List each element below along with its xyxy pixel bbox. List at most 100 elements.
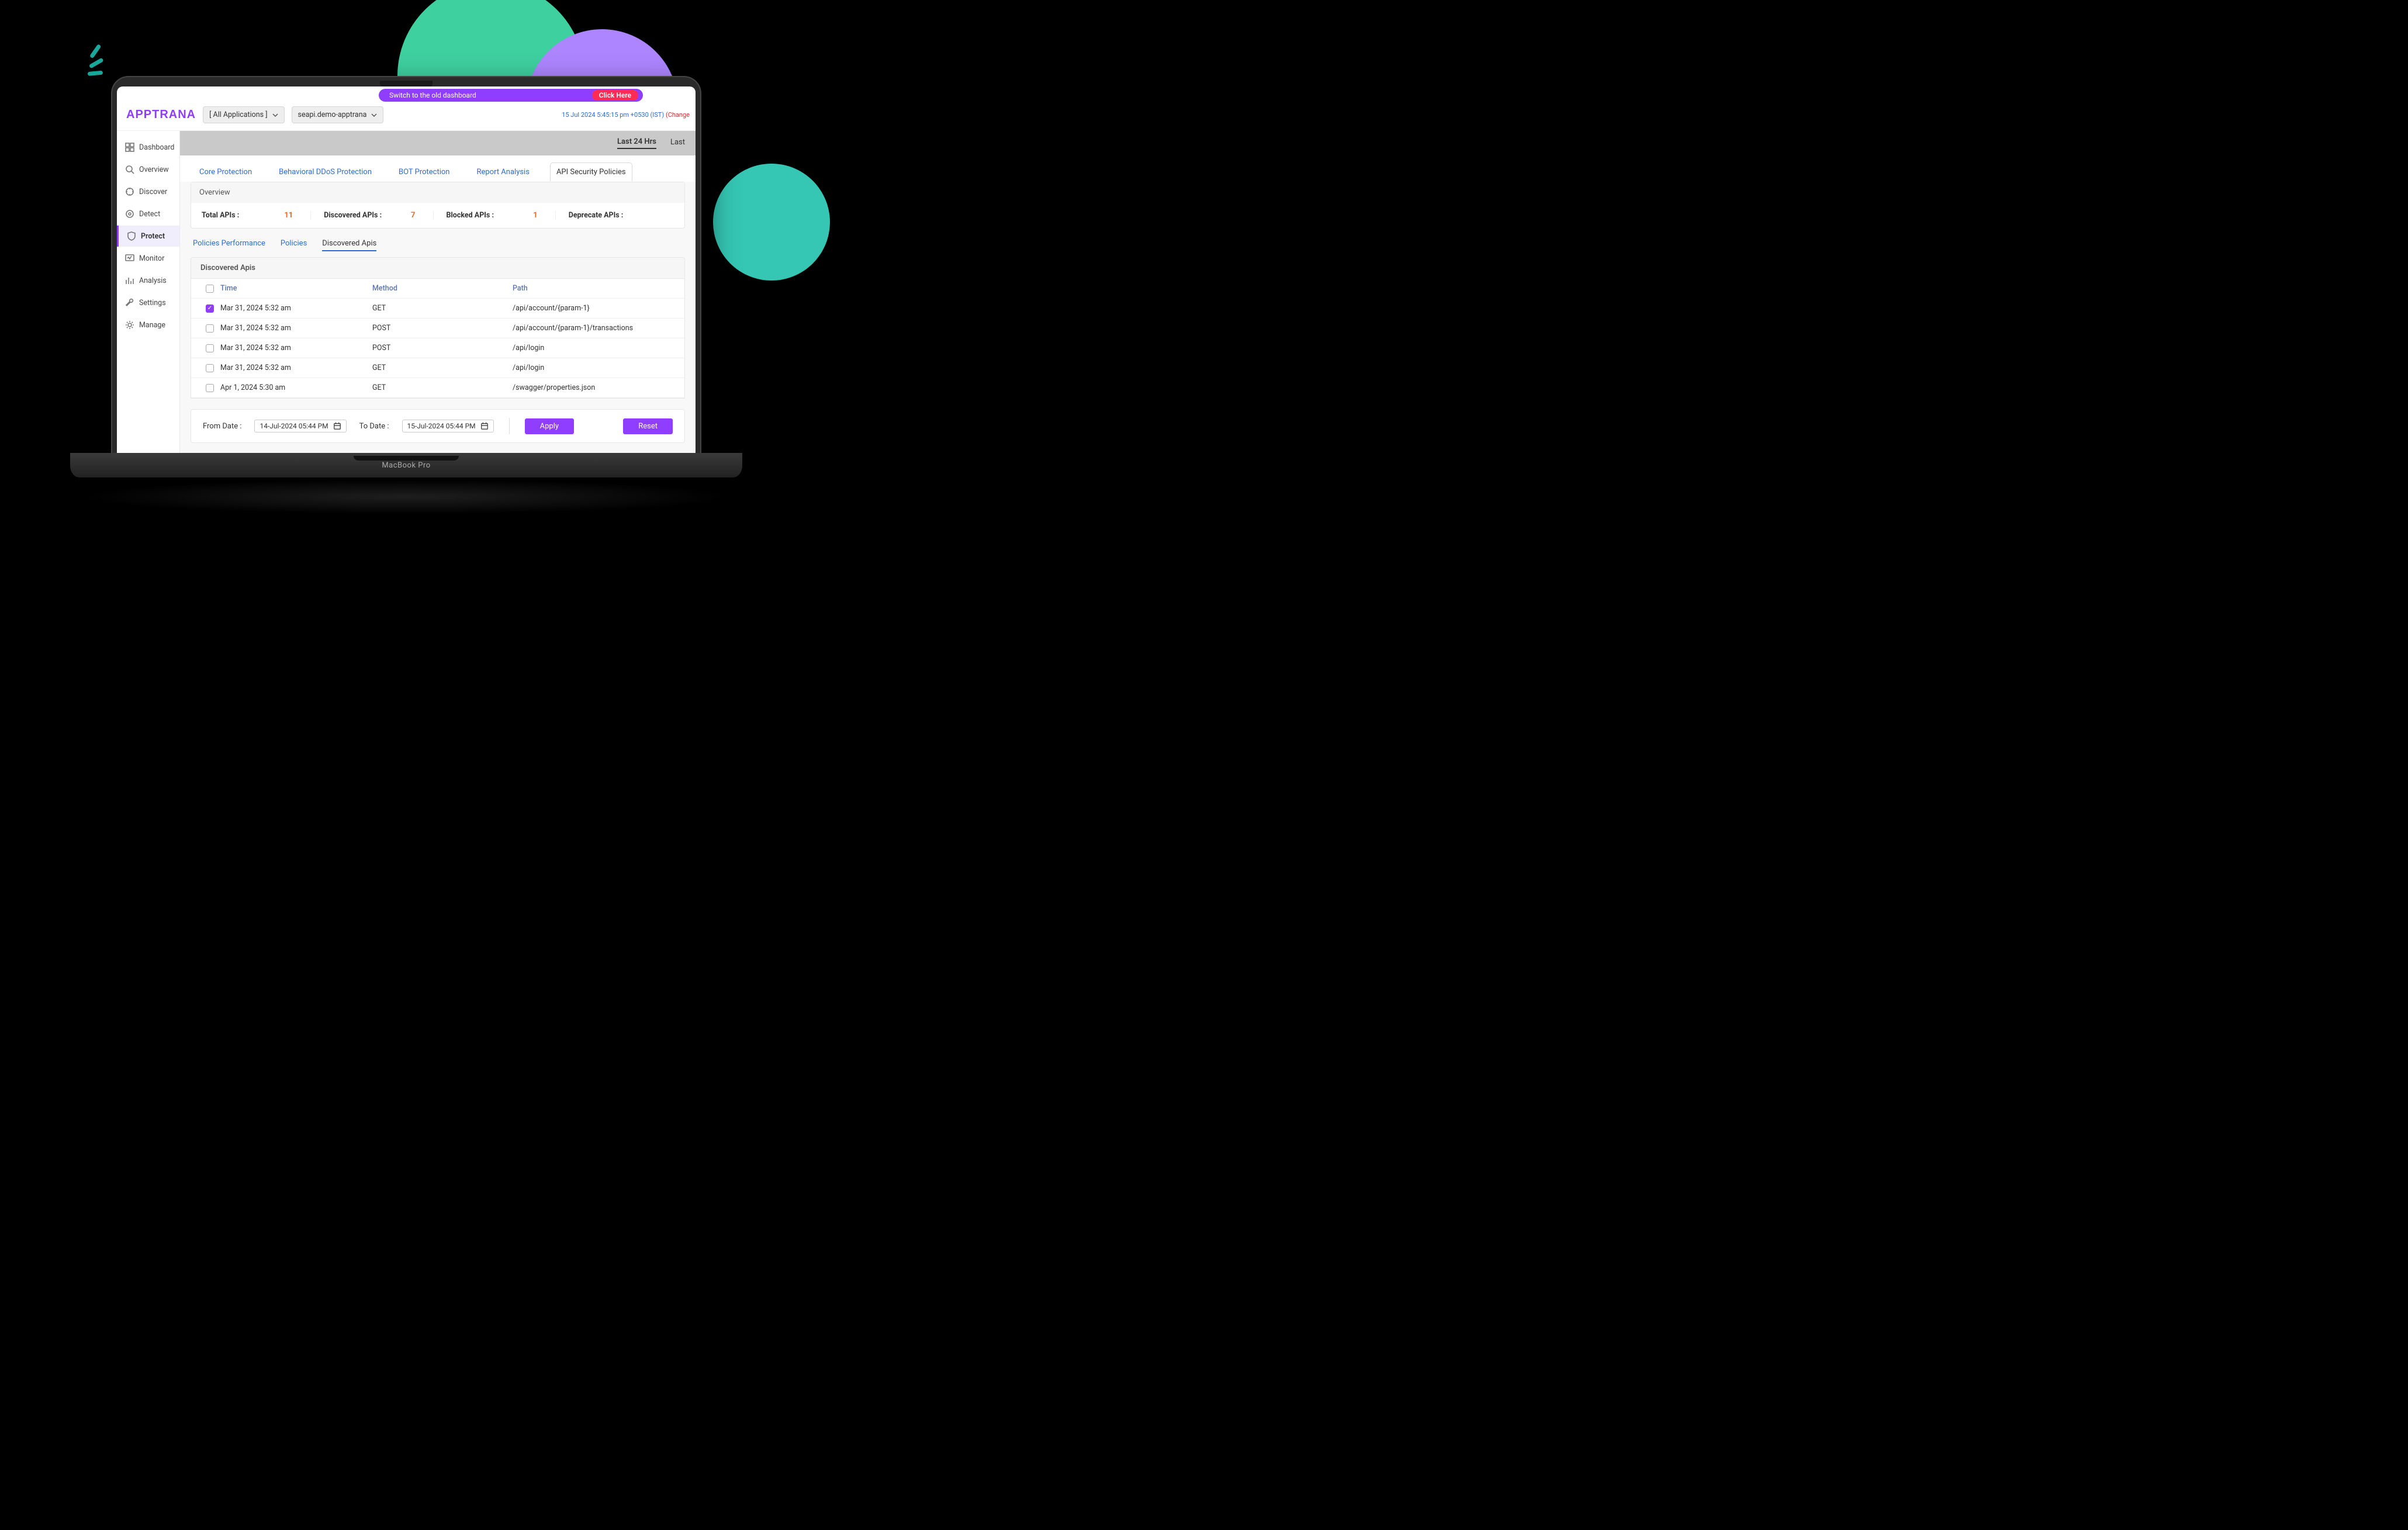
table-row: Mar 31, 2024 5:32 am POST /api/login — [191, 338, 684, 358]
table-row: Mar 31, 2024 5:32 am GET /api/account/{p… — [191, 299, 684, 319]
row-checkbox[interactable] — [206, 384, 214, 392]
sidebar-label: Discover — [139, 188, 167, 196]
sidebar-label: Analysis — [139, 276, 167, 285]
banner-text: Switch to the old dashboard — [389, 91, 476, 99]
stat-value: 1 — [533, 211, 551, 220]
table-header-row: Time Method Path — [191, 279, 684, 299]
discovered-table: Time Method Path Mar 31, 2024 5:32 am GE… — [191, 278, 685, 399]
main-tabs: Core Protection Behavioral DDoS Protecti… — [180, 155, 696, 182]
cell-time: Apr 1, 2024 5:30 am — [220, 383, 372, 392]
subtab-discovered-apis[interactable]: Discovered Apis — [322, 239, 376, 251]
wrench-icon — [125, 298, 134, 307]
cell-time: Mar 31, 2024 5:32 am — [220, 364, 372, 372]
chevron-down-icon — [272, 112, 278, 118]
row-checkbox[interactable] — [206, 344, 214, 352]
col-method[interactable]: Method — [372, 284, 513, 293]
app-header: APPTRANA [ All Applications ] seapi.demo… — [117, 102, 696, 131]
sidebar-item-monitor[interactable]: Monitor — [117, 248, 179, 269]
from-date-input[interactable]: 14-Jul-2024 05:44 PM — [254, 420, 346, 432]
time-range-bar: Last 24 Hrs Last — [180, 131, 696, 155]
sidebar-item-manage[interactable]: Manage — [117, 314, 179, 335]
header-timestamp: 15 Jul 2024 5:45:15 pm +0530 (IST) (Chan… — [562, 111, 690, 119]
cell-path: /api/login — [513, 344, 676, 352]
apply-button[interactable]: Apply — [525, 418, 574, 434]
sidebar-item-dashboard[interactable]: Dashboard — [117, 137, 179, 158]
cell-path: /api/login — [513, 364, 676, 372]
banner-cta-button[interactable]: Click Here — [592, 90, 638, 101]
col-time[interactable]: Time — [220, 284, 372, 293]
overview-title: Overview — [191, 182, 684, 203]
sidebar-item-protect[interactable]: Protect — [117, 226, 179, 247]
content-area: Last 24 Hrs Last Core Protection Behavio… — [180, 131, 696, 462]
gear-icon — [125, 320, 134, 330]
tab-report-analysis[interactable]: Report Analysis — [470, 162, 535, 182]
tab-core-protection[interactable]: Core Protection — [193, 162, 258, 182]
stat-deprecate-apis: Deprecate APIs : — [555, 211, 674, 220]
laptop-base: MacBook Pro — [70, 453, 742, 477]
sidebar-label: Detect — [139, 210, 160, 219]
sidebar-label: Dashboard — [139, 143, 174, 152]
detect-icon — [125, 209, 134, 219]
apps-dropdown-label: [ All Applications ] — [209, 110, 267, 119]
cell-time: Mar 31, 2024 5:32 am — [220, 304, 372, 313]
tab-api-security[interactable]: API Security Policies — [550, 162, 632, 182]
cell-method: GET — [372, 364, 513, 372]
stat-blocked-apis: Blocked APIs : 1 — [433, 211, 552, 220]
sidebar-item-overview[interactable]: Overview — [117, 159, 179, 180]
select-all-checkbox[interactable] — [206, 285, 214, 293]
sidebar-item-detect[interactable]: Detect — [117, 203, 179, 224]
tab-behavioral-ddos[interactable]: Behavioral DDoS Protection — [272, 162, 378, 182]
domain-dropdown-label: seapi.demo-apptrana — [298, 110, 367, 119]
time-range-last[interactable]: Last — [670, 138, 685, 148]
col-path[interactable]: Path — [513, 284, 676, 293]
domain-dropdown[interactable]: seapi.demo-apptrana — [292, 106, 384, 123]
sidebar-label: Monitor — [139, 254, 164, 263]
to-date-value: 15-Jul-2024 05:44 PM — [407, 422, 476, 430]
overview-icon — [125, 165, 134, 174]
stat-label: Deprecate APIs : — [569, 211, 624, 220]
cell-path: /api/account/{param-1} — [513, 304, 676, 313]
stat-label: Blocked APIs : — [447, 211, 494, 220]
discover-icon — [125, 187, 134, 196]
row-checkbox[interactable] — [206, 324, 214, 333]
brand-logo: APPTRANA — [126, 108, 196, 122]
switch-banner: Switch to the old dashboard Click Here — [379, 89, 643, 102]
laptop-shadow — [82, 479, 731, 514]
cell-time: Mar 31, 2024 5:32 am — [220, 344, 372, 352]
cell-path: /api/account/{param-1}/transactions — [513, 324, 676, 333]
sidebar-label: Protect — [141, 232, 165, 241]
timestamp-change-link[interactable]: (Change — [666, 111, 690, 119]
tab-bot-protection[interactable]: BOT Protection — [392, 162, 456, 182]
apps-dropdown[interactable]: [ All Applications ] — [203, 106, 284, 123]
date-filter-bar: From Date : 14-Jul-2024 05:44 PM To Date… — [191, 409, 685, 443]
stat-discovered-apis: Discovered APIs : 7 — [310, 211, 429, 220]
row-checkbox[interactable] — [206, 304, 214, 313]
sidebar-label: Overview — [139, 165, 169, 174]
sidebar-item-discover[interactable]: Discover — [117, 181, 179, 202]
sidebar-item-settings[interactable]: Settings — [117, 292, 179, 313]
subtab-policies-performance[interactable]: Policies Performance — [193, 239, 265, 251]
cell-time: Mar 31, 2024 5:32 am — [220, 324, 372, 333]
sidebar-label: Manage — [139, 321, 165, 330]
reset-button[interactable]: Reset — [623, 418, 673, 434]
cell-method: POST — [372, 344, 513, 352]
table-row: Apr 1, 2024 5:30 am GET /swagger/propert… — [191, 378, 684, 398]
row-checkbox[interactable] — [206, 364, 214, 372]
to-date-input[interactable]: 15-Jul-2024 05:44 PM — [402, 420, 494, 432]
stat-value: 7 — [411, 211, 429, 220]
cell-method: POST — [372, 324, 513, 333]
time-range-24hrs[interactable]: Last 24 Hrs — [617, 137, 656, 149]
cell-path: /swagger/properties.json — [513, 383, 676, 392]
chevron-down-icon — [371, 112, 377, 118]
table-row: Mar 31, 2024 5:32 am POST /api/account/{… — [191, 319, 684, 338]
discovered-section-title: Discovered Apis — [191, 257, 685, 278]
laptop-frame: Switch to the old dashboard Click Here A… — [111, 76, 701, 462]
to-date-label: To Date : — [359, 422, 389, 431]
divider — [509, 418, 510, 434]
stat-label: Total APIs : — [202, 211, 239, 220]
sub-tabs: Policies Performance Policies Discovered… — [180, 237, 696, 257]
stat-value: 11 — [284, 211, 307, 220]
sidebar-item-analysis[interactable]: Analysis — [117, 270, 179, 291]
dashboard-icon — [125, 143, 134, 152]
subtab-policies[interactable]: Policies — [281, 239, 307, 251]
